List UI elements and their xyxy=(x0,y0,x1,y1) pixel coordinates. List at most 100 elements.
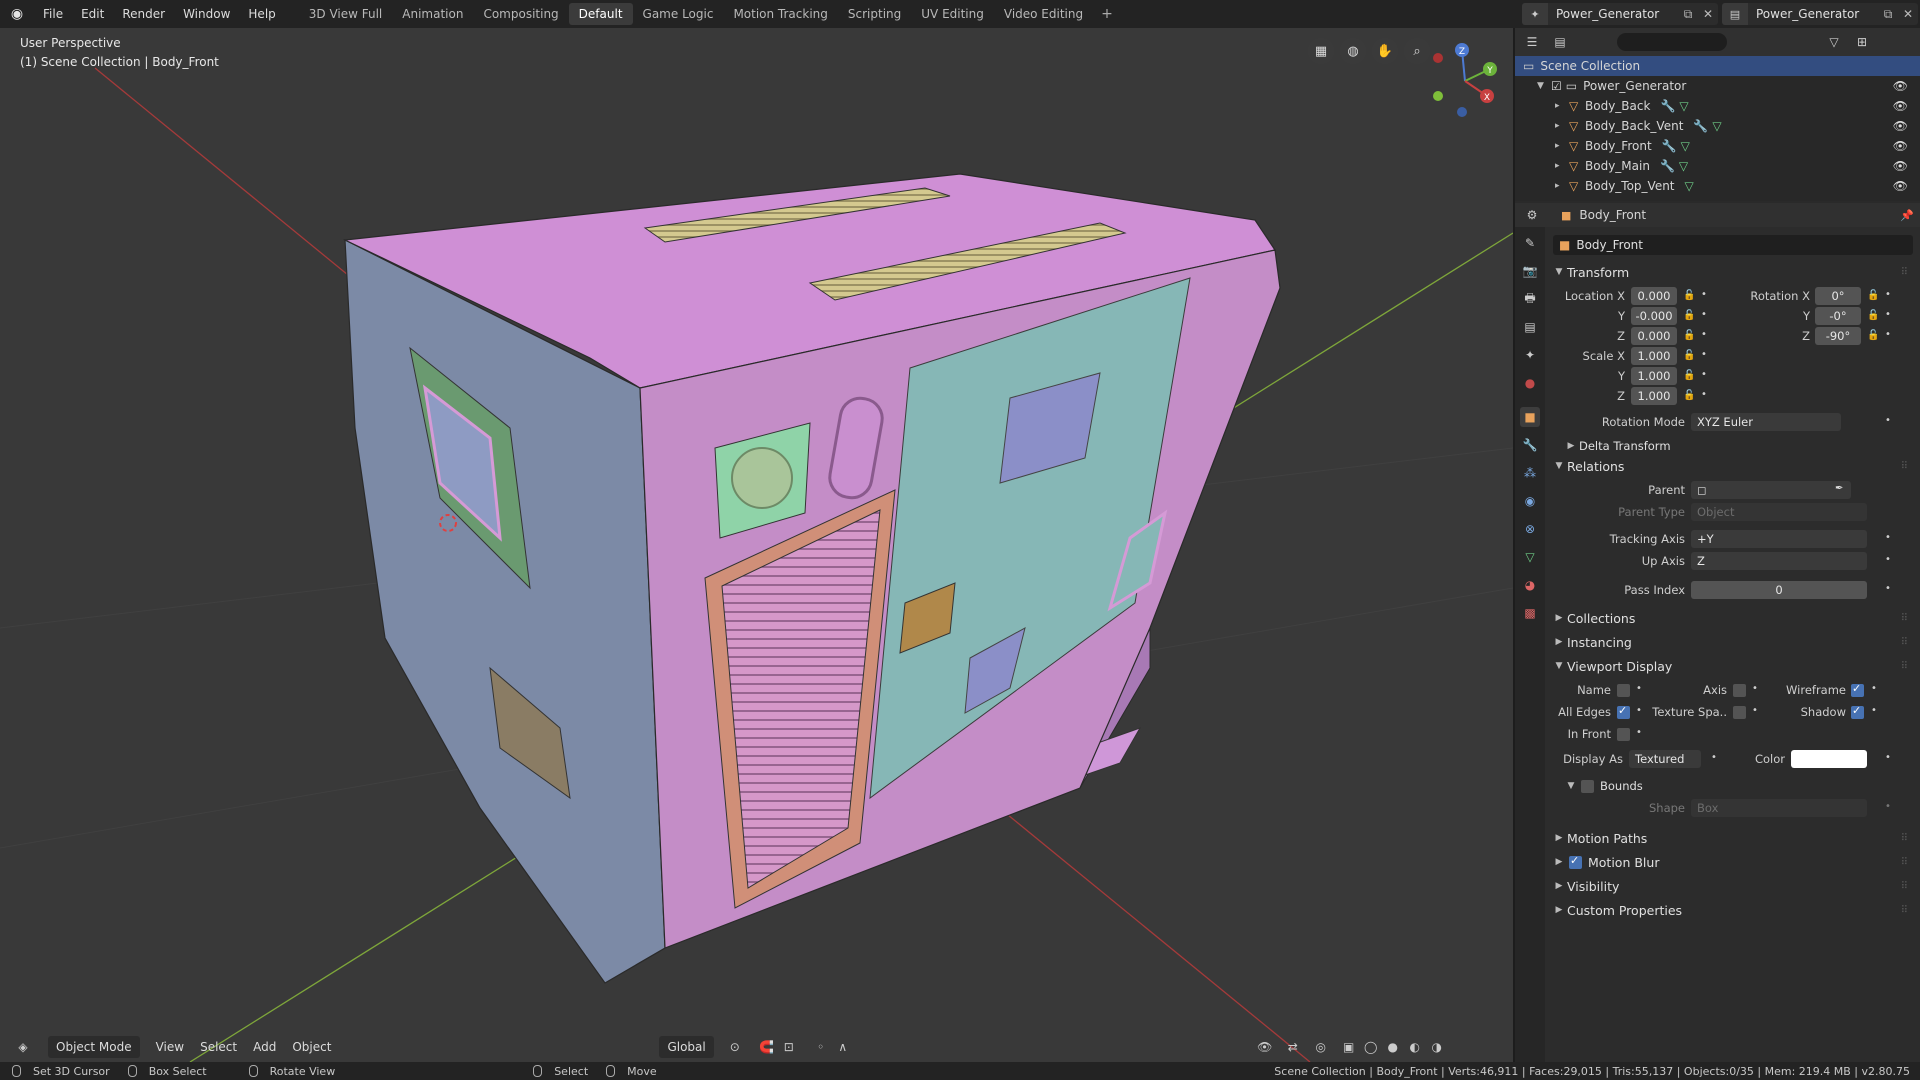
add-workspace-button[interactable]: + xyxy=(1093,6,1121,22)
copy-scene-icon[interactable]: ⧉ xyxy=(1678,7,1698,22)
pin-icon[interactable]: 📌 xyxy=(1900,209,1914,222)
constraints-tab-icon[interactable]: ⊗ xyxy=(1520,519,1540,539)
outliner-item[interactable]: ▸ ▽ Body_Main 🔧 ▽ 👁 xyxy=(1515,156,1920,176)
output-tab-icon[interactable]: 🖶 xyxy=(1520,289,1540,309)
outliner-item[interactable]: ▸ ▽ Body_Top_Vent ▽ 👁 xyxy=(1515,176,1920,196)
keyframe-dot-icon[interactable]: • xyxy=(1701,309,1707,320)
outliner-item[interactable]: ▸ ▽ Body_Front 🔧 ▽ 👁 xyxy=(1515,136,1920,156)
keyframe-dot-icon[interactable]: • xyxy=(1885,309,1891,320)
viewlayer-name[interactable]: Power_Generator xyxy=(1748,7,1878,21)
keyframe-dot-icon[interactable]: • xyxy=(1701,389,1707,400)
keyframe-dot-icon[interactable]: • xyxy=(1871,705,1877,716)
all-edges-checkbox[interactable] xyxy=(1617,704,1630,719)
object-mode-dropdown[interactable]: Object Mode xyxy=(48,1036,140,1058)
viewport-scene[interactable] xyxy=(0,28,1513,1062)
menu-window[interactable]: Window xyxy=(174,0,239,28)
bounds-checkbox[interactable] xyxy=(1581,779,1594,793)
custom-properties-panel-header[interactable]: ▶ Custom Properties ⠿ xyxy=(1551,899,1914,921)
keyframe-dot-icon[interactable]: • xyxy=(1701,289,1707,300)
motion-paths-panel-header[interactable]: ▶ Motion Paths ⠿ xyxy=(1551,827,1914,849)
close-viewlayer-icon[interactable]: ✕ xyxy=(1898,7,1918,21)
pan-hand-icon[interactable]: ✋ xyxy=(1372,38,1398,64)
outliner-collection-power-generator[interactable]: ▼ ☑ ▭ Power_Generator 👁 xyxy=(1515,76,1920,96)
transform-orientation-dropdown[interactable]: Global xyxy=(659,1036,714,1058)
eye-icon[interactable]: 👁 xyxy=(1893,179,1908,193)
keyframe-dot-icon[interactable]: • xyxy=(1885,752,1891,763)
mesh-data-tab-icon[interactable]: ▽ xyxy=(1520,547,1540,567)
tracking-axis-dropdown[interactable]: +Y xyxy=(1691,530,1867,548)
relations-panel-header[interactable]: ▼ Relations ⠿ xyxy=(1551,455,1914,477)
properties-editor-icon[interactable]: ⚙ xyxy=(1521,204,1543,226)
eye-icon[interactable]: 👁 xyxy=(1893,119,1908,133)
display-color-swatch[interactable] xyxy=(1791,750,1867,768)
lock-icon[interactable]: 🔓 xyxy=(1683,310,1695,321)
tab-motion-tracking[interactable]: Motion Tracking xyxy=(723,3,837,25)
location-x-field[interactable]: 0.000 xyxy=(1631,287,1677,305)
viewport-display-panel-header[interactable]: ▼ Viewport Display ⠿ xyxy=(1551,655,1914,677)
keyframe-dot-icon[interactable]: • xyxy=(1711,752,1717,763)
keyframe-dot-icon[interactable]: • xyxy=(1701,369,1707,380)
keyframe-dot-icon[interactable]: • xyxy=(1701,349,1707,360)
scene-name[interactable]: Power_Generator xyxy=(1548,7,1678,21)
snap-icon[interactable]: 🧲 xyxy=(756,1036,778,1058)
menu-add[interactable]: Add xyxy=(245,1036,284,1058)
tab-animation[interactable]: Animation xyxy=(392,3,473,25)
wireframe-shading-icon[interactable]: ◯ xyxy=(1360,1036,1382,1058)
particles-tab-icon[interactable]: ⁂ xyxy=(1520,463,1540,483)
shadow-checkbox[interactable] xyxy=(1851,704,1864,719)
location-y-field[interactable]: -0.000 xyxy=(1631,307,1677,325)
eye-icon[interactable]: 👁 xyxy=(1893,79,1908,93)
checkbox-icon[interactable]: ☑ xyxy=(1551,79,1562,93)
menu-edit[interactable]: Edit xyxy=(72,0,113,28)
xray-icon[interactable]: ▣ xyxy=(1338,1036,1360,1058)
parent-field[interactable]: ◻ xyxy=(1691,481,1851,499)
location-z-field[interactable]: 0.000 xyxy=(1631,327,1677,345)
axis-checkbox[interactable] xyxy=(1733,684,1746,697)
tab-default[interactable]: Default xyxy=(568,3,633,25)
tab-scripting[interactable]: Scripting xyxy=(838,3,911,25)
lock-icon[interactable]: 🔓 xyxy=(1683,370,1695,381)
proportional-edit-icon[interactable]: ◦ xyxy=(810,1036,832,1058)
in-front-checkbox[interactable] xyxy=(1617,728,1630,741)
lock-icon[interactable]: 🔓 xyxy=(1867,290,1879,301)
menu-render[interactable]: Render xyxy=(113,0,174,28)
lock-icon[interactable]: 🔓 xyxy=(1683,330,1695,341)
keyframe-dot-icon[interactable]: • xyxy=(1636,683,1642,694)
lock-icon[interactable]: 🔓 xyxy=(1867,330,1879,341)
texture-space-checkbox[interactable] xyxy=(1733,706,1746,719)
display-as-dropdown[interactable]: Textured xyxy=(1629,750,1701,768)
display-mode-icon[interactable]: ▤ xyxy=(1549,31,1571,53)
outliner-item[interactable]: ▸ ▽ Body_Back 🔧 ▽ 👁 xyxy=(1515,96,1920,116)
keyframe-dot-icon[interactable]: • xyxy=(1885,583,1891,594)
outliner-editor-icon[interactable]: ☰ xyxy=(1521,31,1543,53)
object-tab-icon[interactable]: ■ xyxy=(1520,407,1540,427)
snap-target-icon[interactable]: ⊡ xyxy=(778,1036,800,1058)
object-name-field[interactable]: ■ Body_Front xyxy=(1553,235,1913,255)
menu-view[interactable]: View xyxy=(148,1036,192,1058)
menu-file[interactable]: File xyxy=(34,0,72,28)
rotation-mode-dropdown[interactable]: XYZ Euler xyxy=(1691,413,1841,431)
delta-transform-panel-header[interactable]: ▶ Delta Transform xyxy=(1563,435,1920,457)
eye-icon[interactable]: 👁 xyxy=(1893,159,1908,173)
wireframe-checkbox[interactable] xyxy=(1851,682,1864,697)
tool-tab-icon[interactable]: ✎ xyxy=(1520,233,1540,253)
viewlayer-selector[interactable]: ▤ Power_Generator ⧉ ✕ xyxy=(1722,3,1918,25)
keyframe-dot-icon[interactable]: • xyxy=(1752,705,1758,716)
menu-select[interactable]: Select xyxy=(192,1036,245,1058)
modifier-tab-icon[interactable]: 🔧 xyxy=(1520,435,1540,455)
rotation-x-field[interactable]: 0° xyxy=(1815,287,1861,305)
world-tab-icon[interactable]: ● xyxy=(1520,373,1540,393)
lock-icon[interactable]: 🔓 xyxy=(1683,350,1695,361)
tab-uv-editing[interactable]: UV Editing xyxy=(911,3,994,25)
lock-icon[interactable]: 🔓 xyxy=(1683,290,1695,301)
physics-tab-icon[interactable]: ◉ xyxy=(1520,491,1540,511)
blender-logo-icon[interactable]: ◉ xyxy=(0,0,34,28)
outliner-scene-collection[interactable]: ▭ Scene Collection xyxy=(1515,56,1920,76)
keyframe-dot-icon[interactable]: • xyxy=(1885,415,1891,426)
copy-viewlayer-icon[interactable]: ⧉ xyxy=(1878,7,1898,22)
tab-game-logic[interactable]: Game Logic xyxy=(633,3,724,25)
rotation-z-field[interactable]: -90° xyxy=(1815,327,1861,345)
up-axis-dropdown[interactable]: Z xyxy=(1691,552,1867,570)
name-checkbox[interactable] xyxy=(1617,684,1630,697)
transform-panel-header[interactable]: ▼ Transform ⠿ xyxy=(1551,261,1914,283)
